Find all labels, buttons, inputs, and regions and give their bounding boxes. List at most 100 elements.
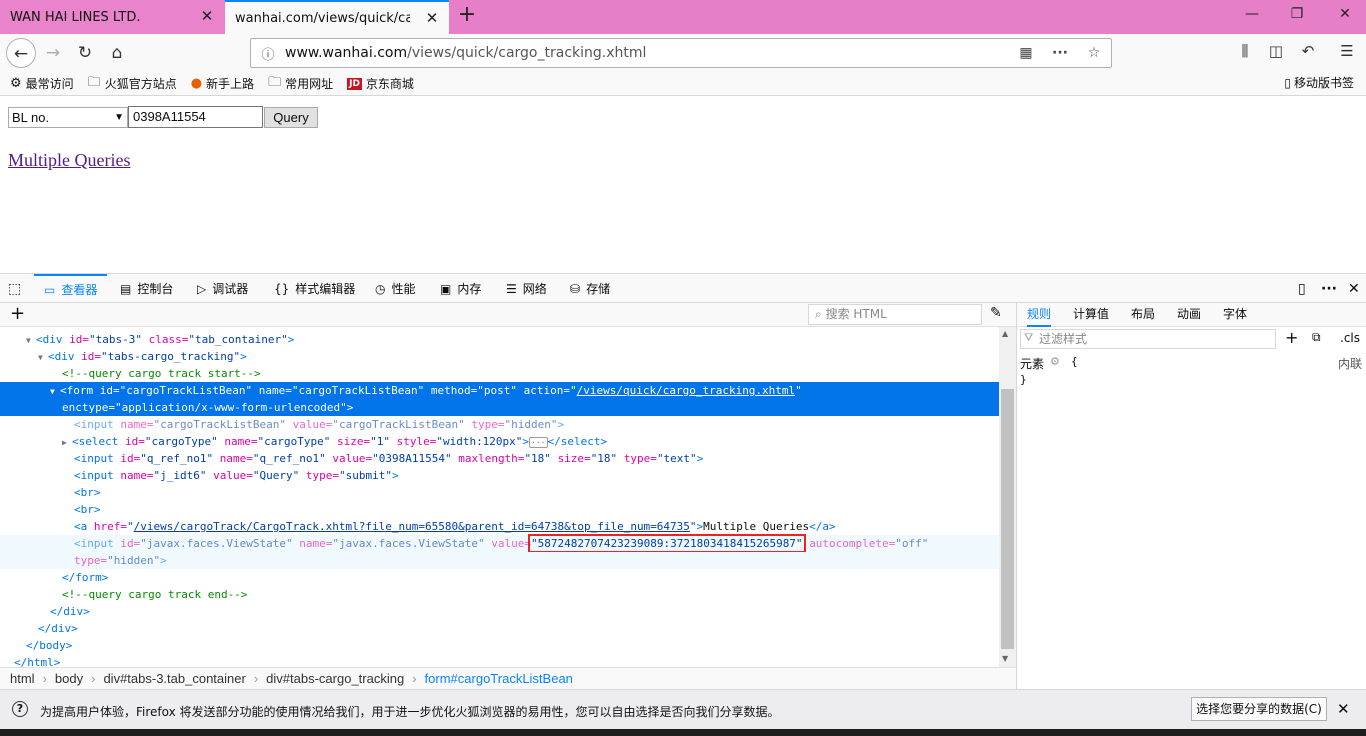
minimize-button[interactable]: — xyxy=(1240,6,1264,26)
breadcrumb-item[interactable]: div#tabs-cargo_tracking xyxy=(266,671,404,686)
reference-number-input[interactable]: 0398A11554 xyxy=(128,106,263,128)
add-node-icon[interactable]: + xyxy=(10,303,25,325)
breadcrumb-item[interactable]: div#tabs-3.tab_container xyxy=(103,671,245,686)
devtools-menu-icon[interactable]: ··· xyxy=(1321,274,1337,303)
tab-computed[interactable]: 计算值 xyxy=(1073,303,1109,327)
tab-cargo-tracking[interactable]: wanhai.com/views/quick/cargo_ ✕ xyxy=(225,0,449,34)
reload-button[interactable]: ↻ xyxy=(70,38,100,68)
tab-label: 存储 xyxy=(586,282,611,296)
bookmark-item[interactable]: ● 新手上路 xyxy=(191,75,254,92)
gear-icon[interactable]: ⚙ xyxy=(1050,355,1060,368)
bookmark-item[interactable]: 🗀 火狐官方站点 xyxy=(88,73,177,95)
breadcrumb-item[interactable]: html xyxy=(10,671,35,686)
markup-line-viewstate[interactable]: type="hidden"> xyxy=(0,552,999,569)
markup-line[interactable]: <input name="j_idt6" value="Query" type=… xyxy=(0,467,999,484)
tab-debugger[interactable]: ▷ 调试器 xyxy=(197,274,248,303)
bookmark-item[interactable]: 🗀 常用网址 xyxy=(268,73,333,95)
bookmark-item[interactable]: ⚙ 最常访问 xyxy=(10,75,74,92)
new-tab-button[interactable]: + xyxy=(455,4,479,28)
query-button[interactable]: Query xyxy=(264,107,318,128)
dock-toggle-icon[interactable]: ▯ xyxy=(1298,274,1306,303)
twisty-closed-icon[interactable]: ▶ xyxy=(62,434,72,451)
markup-line[interactable]: <input name="cargoTrackListBean" value="… xyxy=(0,416,999,433)
url-text[interactable]: www.wanhai.com/views/quick/cargo_trackin… xyxy=(285,45,1009,61)
markup-line[interactable]: </div> xyxy=(0,620,999,637)
markup-line[interactable]: </body> xyxy=(0,637,999,654)
chevron-down-icon: ▼ xyxy=(114,112,124,123)
chevron-right-icon: › xyxy=(412,671,417,686)
tab-wanhai-lines[interactable]: WAN HAI LINES LTD. ✕ xyxy=(0,0,224,34)
collapsed-children-icon[interactable]: ··· xyxy=(529,437,548,448)
element-picker-button[interactable]: ⬚ xyxy=(8,274,21,303)
tab-inspector[interactable]: ▭ 查看器 xyxy=(34,274,108,303)
page-actions-icon[interactable]: ··· xyxy=(1043,45,1077,61)
close-notification-icon[interactable]: ✕ xyxy=(1337,700,1350,718)
bookmark-star-icon[interactable]: ☆ xyxy=(1077,45,1111,61)
markup-view[interactable]: ▼ <div id="tabs-3" class="tab_container">… xyxy=(0,327,999,667)
href-link[interactable]: /views/cargoTrack/CargoTrack.xhtml?file_… xyxy=(134,520,690,533)
search-html-input[interactable]: ⌕ 搜索 HTML xyxy=(808,304,982,325)
pseudo-class-icon[interactable]: ⧉ xyxy=(1312,330,1321,345)
tab-memory[interactable]: ▣ 内存 xyxy=(440,274,481,303)
library-icon[interactable]: ⫼ xyxy=(1231,42,1259,66)
info-icon[interactable]: ⓘ xyxy=(251,44,285,63)
tab-storage[interactable]: ⛁ 存储 xyxy=(570,274,610,303)
scrollbar-thumb[interactable] xyxy=(1001,389,1014,649)
markup-line-viewstate[interactable]: <input id="javax.faces.ViewState" name="… xyxy=(0,534,999,553)
tab-style-editor[interactable]: {} 样式编辑器 xyxy=(274,274,355,303)
menu-icon[interactable]: ☰ xyxy=(1333,42,1361,66)
markup-line[interactable]: <input id="q_ref_no1" name="q_ref_no1" v… xyxy=(0,450,999,467)
home-button[interactable]: ⌂ xyxy=(102,38,132,68)
tab-fonts[interactable]: 字体 xyxy=(1223,303,1247,327)
markup-line-selected[interactable]: ▼ <form id="cargoTrackListBean" name="car… xyxy=(0,382,999,399)
tab-animations[interactable]: 动画 xyxy=(1177,303,1201,327)
tab-rules[interactable]: 规则 xyxy=(1027,303,1052,327)
markup-line[interactable]: ▼ <div id="tabs-3" class="tab_container"> xyxy=(0,331,999,348)
scroll-down-icon[interactable]: ▼ xyxy=(1002,654,1008,663)
close-tab-icon[interactable]: ✕ xyxy=(198,7,216,25)
tab-layout[interactable]: 布局 xyxy=(1131,303,1155,327)
markup-line[interactable]: ▼ <div id="tabs-cargo_tracking"> xyxy=(0,348,999,365)
markup-comment[interactable]: <!--query cargo track end--> xyxy=(0,586,999,603)
filter-styles-input[interactable]: 过滤样式 xyxy=(1020,329,1276,349)
share-data-button[interactable]: 选择您要分享的数据(C) xyxy=(1191,697,1327,721)
add-rule-icon[interactable]: + xyxy=(1285,328,1298,347)
markup-line[interactable]: <br> xyxy=(0,484,999,501)
scroll-up-icon[interactable]: ▲ xyxy=(1002,329,1008,338)
cargo-type-select[interactable]: BL no. ▼ xyxy=(8,107,128,128)
twisty-open-icon[interactable]: ▼ xyxy=(50,383,60,400)
restore-button[interactable]: ❐ xyxy=(1285,6,1309,26)
markup-comment[interactable]: <!--query cargo track start--> xyxy=(0,365,999,382)
markup-line-selected[interactable]: enctype="application/x-www-form-urlencod… xyxy=(0,399,999,416)
close-devtools-icon[interactable]: ✕ xyxy=(1348,274,1360,303)
address-bar[interactable]: ⓘ www.wanhai.com/views/quick/cargo_track… xyxy=(250,38,1112,68)
sidebar-icon[interactable]: ◫ xyxy=(1262,42,1290,66)
action-link[interactable]: /views/quick/cargo_tracking.xhtml xyxy=(577,384,796,397)
markup-line[interactable]: </div> xyxy=(0,603,999,620)
breadcrumb-item-current[interactable]: form#cargoTrackListBean xyxy=(425,671,573,686)
undo-icon[interactable]: ↶ xyxy=(1294,42,1322,66)
tab-network[interactable]: ☰ 网络 xyxy=(506,274,547,303)
cls-toggle[interactable]: .cls xyxy=(1340,331,1360,345)
markup-line[interactable]: ▶ <select id="cargoType" name="cargoType"… xyxy=(0,433,999,450)
bookmark-item[interactable]: JD 京东商城 xyxy=(347,75,414,92)
tab-console[interactable]: ▤ 控制台 xyxy=(120,274,173,303)
markup-line[interactable]: <a href="/views/cargoTrack/CargoTrack.xh… xyxy=(0,518,999,535)
back-button[interactable]: ← xyxy=(6,38,36,68)
markup-line[interactable]: <br> xyxy=(0,501,999,518)
forward-button[interactable]: → xyxy=(38,38,68,68)
tab-label: 样式编辑器 xyxy=(295,282,356,296)
eyedropper-icon[interactable]: ✎ xyxy=(990,305,1002,321)
twisty-open-icon[interactable]: ▼ xyxy=(38,349,48,366)
multiple-queries-link[interactable]: Multiple Queries xyxy=(8,150,130,171)
qr-code-icon[interactable]: ▦ xyxy=(1009,45,1043,61)
breadcrumb-item[interactable]: body xyxy=(55,671,83,686)
mobile-bookmarks[interactable]: ▯ 移动版书签 xyxy=(1284,74,1354,91)
close-tab-icon[interactable]: ✕ xyxy=(423,9,441,27)
markup-line[interactable]: </html> xyxy=(0,654,999,667)
tab-performance[interactable]: ◷ 性能 xyxy=(375,274,416,303)
chevron-right-icon: › xyxy=(91,671,96,686)
close-window-button[interactable]: ✕ xyxy=(1333,6,1357,26)
twisty-open-icon[interactable]: ▼ xyxy=(26,332,36,349)
markup-line[interactable]: </form> xyxy=(0,569,999,586)
